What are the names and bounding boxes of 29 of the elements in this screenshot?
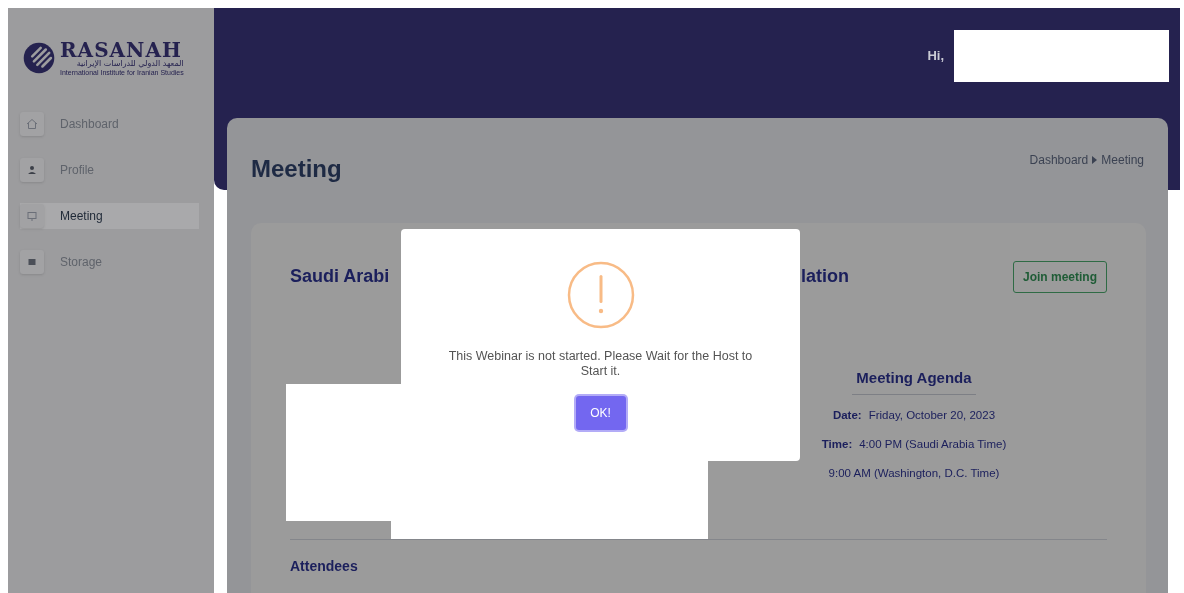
agenda-value: Friday, October 20, 2023 (868, 407, 996, 423)
logo-icon (22, 41, 56, 75)
warning-icon (566, 261, 635, 329)
greeting: Hi, (927, 47, 944, 66)
meeting-title: Saudi Arabi (290, 265, 391, 288)
agenda-heading: Meeting Agenda (852, 367, 976, 395)
monitor-icon (20, 204, 44, 228)
sidebar-item[interactable]: Storage (20, 249, 199, 275)
meeting-title: lation (801, 265, 849, 288)
ok-button[interactable]: OK! (575, 396, 626, 430)
agenda-label: Date: (832, 407, 862, 423)
person-icon (20, 158, 44, 182)
brand-name: RASANAH (60, 40, 182, 60)
sidebar-item[interactable]: Meeting (20, 203, 199, 229)
home-icon (20, 112, 44, 136)
caret-right-icon (1092, 156, 1098, 164)
breadcrumb-link[interactable]: Meeting (1101, 151, 1144, 169)
sidebar-item[interactable]: Dashboard (20, 111, 199, 137)
sidebar-item[interactable]: Profile (20, 157, 199, 183)
box-icon (20, 250, 44, 274)
breadcrumb-link[interactable]: Dashboard (1029, 151, 1089, 169)
agenda-value: 4:00 PM (Saudi Arabia Time) (859, 436, 1007, 452)
attendees-heading: Attendees (290, 558, 358, 574)
dialog-message: This Webinar is not started. Please Wait for the Host to Start it. (447, 349, 754, 379)
agenda-label: Time: (821, 436, 853, 452)
join-meeting-button[interactable]: Join meeting (1013, 261, 1107, 293)
brand-arabic-name: المعهد الدولي للدراسات الإيرانية (75, 60, 184, 68)
agenda-value: 9:00 AM (Washington, D.C. Time) (828, 466, 1000, 481)
page-title: Meeting (251, 154, 342, 184)
